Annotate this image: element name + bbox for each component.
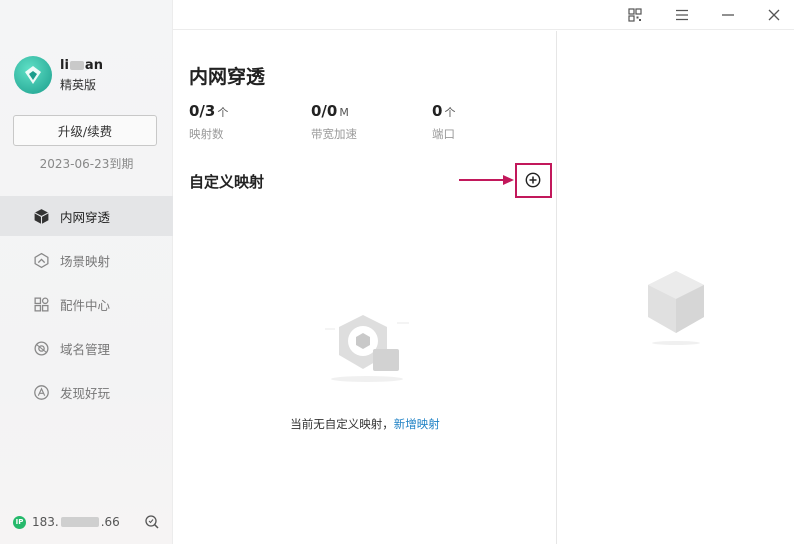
sidebar-item-scene[interactable]: 场景映射: [0, 240, 173, 280]
ip-address: IP 183. .66: [13, 515, 120, 529]
close-icon: [768, 9, 780, 21]
user-profile[interactable]: li an 精英版: [14, 56, 103, 94]
user-name-start: li: [60, 57, 69, 73]
user-tier: 精英版: [60, 77, 97, 92]
ip-end: .66: [100, 515, 120, 529]
ip-badge: IP: [13, 515, 26, 529]
avatar: [14, 56, 52, 94]
stat-unit: 个: [444, 106, 456, 119]
expire-date: 2023-06-23到期: [39, 157, 134, 171]
stat-value: 0/3: [189, 102, 216, 120]
stat-label: 端口: [432, 127, 455, 141]
ip-search-button[interactable]: [144, 514, 160, 534]
sidebar-item-label: 内网穿透: [60, 209, 111, 225]
sidebar-item-discover[interactable]: 发现好玩: [0, 372, 173, 412]
discover-icon: [34, 384, 49, 400]
scene-icon: [34, 252, 49, 268]
search-icon: [145, 515, 159, 529]
add-mapping-link[interactable]: 新增映射: [394, 417, 440, 431]
stat-label: 带宽加速: [311, 127, 357, 141]
logo-icon: [25, 66, 41, 84]
empty-state-text: 当前无自定义映射，新增映射: [173, 416, 557, 432]
page-title: 内网穿透: [189, 66, 266, 88]
sidebar-nav: 内网穿透 场景映射 配件中心 域名管理 发现好玩: [0, 196, 173, 416]
stat-label: 映射数: [189, 127, 224, 141]
sidebar-item-label: 域名管理: [60, 341, 111, 357]
sidebar-item-domain[interactable]: 域名管理: [0, 328, 173, 368]
add-mapping-button[interactable]: [524, 171, 542, 189]
sidebar-item-intranet[interactable]: 内网穿透: [0, 196, 173, 236]
plus-circle-icon: [525, 172, 541, 188]
stat-bandwidth: 0/0 M 带宽加速: [311, 101, 357, 142]
qrcode-button[interactable]: [625, 5, 645, 25]
section-title: 自定义映射: [189, 173, 265, 191]
user-name-end: an: [84, 57, 103, 73]
sidebar-item-label: 场景映射: [60, 253, 111, 269]
main-panel: 内网穿透 0/3 个 映射数 0/0 M 带宽加速 0个 端口 自定义映射 当前无自…: [173, 31, 557, 544]
grid-icon: [34, 296, 49, 312]
qrcode-icon: [628, 8, 642, 22]
close-button[interactable]: [764, 5, 784, 25]
redacted-mask: [69, 60, 84, 70]
sidebar-item-accessories[interactable]: 配件中心: [0, 284, 173, 324]
stat-value: 0: [432, 102, 443, 120]
empty-message: 当前无自定义映射，: [290, 417, 394, 431]
stat-ports: 0个 端口: [432, 101, 455, 142]
stat-unit: 个: [217, 106, 229, 119]
domain-icon: [34, 340, 49, 356]
detail-panel: [558, 31, 794, 544]
arrow-annotation-icon: [459, 175, 514, 185]
minimize-button[interactable]: [718, 5, 738, 25]
user-name: li an: [60, 58, 103, 73]
stat-unit: M: [339, 106, 349, 119]
upgrade-button[interactable]: 升级/续费: [13, 115, 157, 146]
sidebar: li an 精英版 升级/续费 2023-06-23到期 内网穿透 场景映射 配…: [0, 0, 173, 544]
cube-icon: [34, 208, 49, 224]
ip-start: 183.: [32, 515, 59, 529]
stat-mappings: 0/3 个 映射数: [189, 101, 228, 142]
menu-button[interactable]: [672, 5, 692, 25]
sidebar-item-label: 配件中心: [60, 297, 111, 313]
title-bar: [173, 0, 794, 30]
redacted-mask: [60, 517, 99, 527]
empty-state-icon: [325, 315, 409, 382]
stat-value: 0/0: [311, 102, 338, 120]
menu-icon: [676, 9, 688, 21]
sidebar-item-label: 发现好玩: [60, 385, 111, 401]
cube-placeholder-icon: [648, 271, 704, 345]
minimize-icon: [722, 14, 734, 16]
